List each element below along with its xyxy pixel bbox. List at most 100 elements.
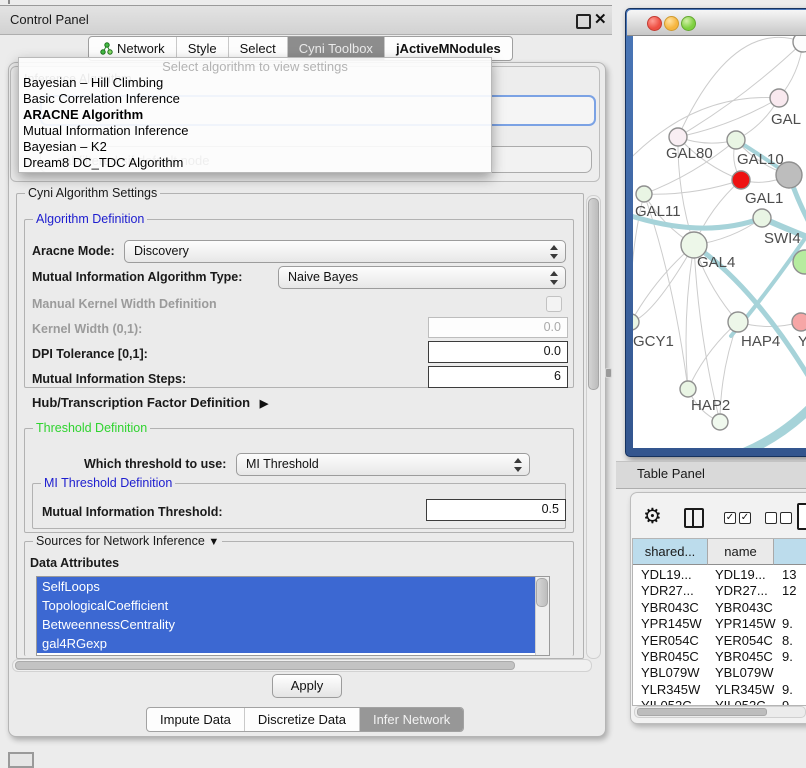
- float-window-icon[interactable]: [576, 14, 591, 29]
- data-attributes-label: Data Attributes: [30, 556, 119, 570]
- mi-type-label: Mutual Information Algorithm Type:: [32, 270, 242, 284]
- collapsed-panel-icon[interactable]: [8, 752, 34, 768]
- data-attribute-item[interactable]: gal4RGexp: [37, 634, 549, 653]
- table-cell: YBL079W: [641, 664, 700, 681]
- table-horizontal-scrollbar[interactable]: [634, 706, 806, 718]
- network-node-gal1[interactable]: [732, 171, 750, 189]
- apply-button[interactable]: Apply: [272, 674, 342, 698]
- minimize-traffic-light[interactable]: [664, 16, 679, 31]
- hub-definition-label: Hub/Transcription Factor Definition: [32, 395, 250, 410]
- table-cell: 13: [782, 566, 796, 583]
- table-row[interactable]: YPR145WYPR145W9.: [633, 615, 806, 632]
- close-traffic-light[interactable]: [647, 16, 662, 31]
- network-canvas[interactable]: GALGAL80GAL10GAL1GAL11SWI4GAL4GCY1HAP4YH…: [633, 36, 806, 448]
- tab-discretize-data[interactable]: Discretize Data: [244, 708, 359, 731]
- unchecked-checkbox-icon[interactable]: [780, 512, 792, 524]
- expanded-arrow-icon[interactable]: ▼: [208, 536, 219, 548]
- unchecked-checkbox-icon[interactable]: [765, 512, 777, 524]
- node-table[interactable]: shared...nameYDL19...YDL19...13YDR27...Y…: [632, 538, 806, 706]
- table-hscrollbar-thumb[interactable]: [637, 708, 767, 716]
- mi-type-combobox[interactable]: Naive Bayes: [278, 266, 566, 289]
- network-node-hap2[interactable]: [680, 381, 696, 397]
- table-cell: YDL19...: [715, 566, 766, 583]
- tab-infer-network[interactable]: Infer Network: [359, 708, 463, 731]
- columns-icon[interactable]: [684, 508, 704, 528]
- table-cell: YBL079W: [715, 664, 774, 681]
- zoom-traffic-light[interactable]: [681, 16, 696, 31]
- manual-kernel-checkbox[interactable]: [546, 296, 562, 312]
- table-row[interactable]: YIL052CYIL052C9: [633, 697, 806, 706]
- data-attribute-item[interactable]: BetweennessCentrality: [37, 615, 549, 634]
- mi-type-value: Naive Bayes: [288, 270, 358, 284]
- data-attribute-item[interactable]: SelfLoops: [37, 577, 549, 596]
- algorithm-dropdown-popup: Select algorithm to view settings Bayesi…: [18, 57, 492, 173]
- list-scrollbar[interactable]: [535, 577, 549, 655]
- network-node[interactable]: [712, 414, 728, 430]
- network-window-titlebar[interactable]: [627, 10, 806, 36]
- mi-threshold-label: Mutual Information Threshold:: [42, 505, 223, 519]
- threshold-definition-legend: Threshold Definition: [33, 421, 150, 435]
- network-node-gal11[interactable]: [636, 186, 652, 202]
- settings-hscrollbar-thumb[interactable]: [15, 661, 515, 670]
- table-row[interactable]: YBR045CYBR045C9.: [633, 648, 806, 665]
- network-edge: [686, 245, 694, 389]
- algorithm-option[interactable]: Mutual Information Inference: [19, 123, 491, 139]
- settings-horizontal-scrollbar[interactable]: [12, 659, 592, 672]
- network-node-gal[interactable]: [770, 89, 788, 107]
- network-node-hap4[interactable]: [728, 312, 748, 332]
- table-cell: 9.: [782, 648, 793, 665]
- table-cell: YDL19...: [641, 566, 692, 583]
- algorithm-option[interactable]: ARACNE Algorithm: [19, 107, 491, 123]
- algorithm-option[interactable]: Bayesian – K2: [19, 139, 491, 155]
- document-icon[interactable]: [797, 503, 806, 530]
- dpi-tolerance-label: DPI Tolerance [0,1]:: [32, 347, 148, 361]
- close-icon[interactable]: ✕: [594, 11, 607, 29]
- control-panel-title: Control Panel: [10, 6, 89, 34]
- network-node-gal10[interactable]: [727, 131, 745, 149]
- algorithm-option[interactable]: Dream8 DC_TDC Algorithm: [19, 155, 491, 171]
- data-attributes-list[interactable]: SelfLoopsTopologicalCoefficientBetweenne…: [36, 576, 550, 656]
- aracne-mode-combobox[interactable]: Discovery: [124, 240, 566, 263]
- kernel-width-input[interactable]: 0.0: [428, 317, 568, 338]
- table-cell: 9.: [782, 681, 793, 698]
- settings-vertical-scrollbar[interactable]: [586, 195, 601, 659]
- table-cell: 9: [782, 697, 789, 706]
- stepper-icon[interactable]: [513, 458, 522, 472]
- which-threshold-combobox[interactable]: MI Threshold: [236, 453, 530, 476]
- table-cell: YBR043C: [715, 599, 773, 616]
- table-row[interactable]: YLR345WYLR345W9.: [633, 681, 806, 698]
- table-row[interactable]: YER054CYER054C8.: [633, 632, 806, 649]
- network-node-swi4[interactable]: [753, 209, 771, 227]
- mi-threshold-input[interactable]: 0.5: [426, 499, 566, 521]
- stepper-icon[interactable]: [549, 245, 558, 259]
- table-row[interactable]: YBL079W YBL079W: [633, 664, 806, 681]
- column-header-name[interactable]: name: [708, 539, 774, 565]
- dpi-tolerance-input[interactable]: 0.0: [428, 341, 568, 363]
- mi-steps-input[interactable]: 6: [428, 366, 568, 388]
- table-cell: YBR045C: [641, 648, 699, 665]
- checked-checkbox-icon[interactable]: ✓: [739, 512, 751, 524]
- which-threshold-label: Which threshold to use:: [84, 457, 226, 471]
- network-node-gcy1[interactable]: [633, 314, 639, 330]
- tab-impute-data[interactable]: Impute Data: [147, 708, 244, 731]
- sources-legend-text: Sources for Network Inference: [36, 534, 205, 548]
- column-header-shared...[interactable]: shared...: [633, 539, 708, 565]
- algorithm-option[interactable]: Basic Correlation Inference: [19, 91, 491, 107]
- data-attribute-item[interactable]: TopologicalCoefficient: [37, 596, 549, 615]
- stepper-icon[interactable]: [549, 271, 558, 285]
- network-node-y[interactable]: [792, 313, 806, 331]
- network-node-gal80[interactable]: [669, 128, 687, 146]
- column-header-extra[interactable]: [774, 539, 806, 565]
- settings-scrollbar-thumb[interactable]: [588, 198, 599, 390]
- table-row[interactable]: YDL19... YDL19... 13: [633, 566, 806, 583]
- table-row[interactable]: YBR043CYBR043C: [633, 599, 806, 616]
- gear-icon[interactable]: ⚙: [643, 504, 662, 529]
- hub-definition-toggle[interactable]: Hub/Transcription Factor Definition ▶: [32, 395, 268, 410]
- list-scrollbar-thumb[interactable]: [536, 578, 548, 607]
- algorithm-option[interactable]: Bayesian – Hill Climbing: [19, 75, 491, 91]
- collapsed-arrow-icon[interactable]: ▶: [260, 398, 268, 410]
- checked-checkbox-icon[interactable]: ✓: [724, 512, 736, 524]
- manual-kernel-label: Manual Kernel Width Definition: [32, 297, 217, 311]
- table-row[interactable]: YDR27...YDR27...12: [633, 582, 806, 599]
- panel-splitter-handle[interactable]: [606, 369, 611, 377]
